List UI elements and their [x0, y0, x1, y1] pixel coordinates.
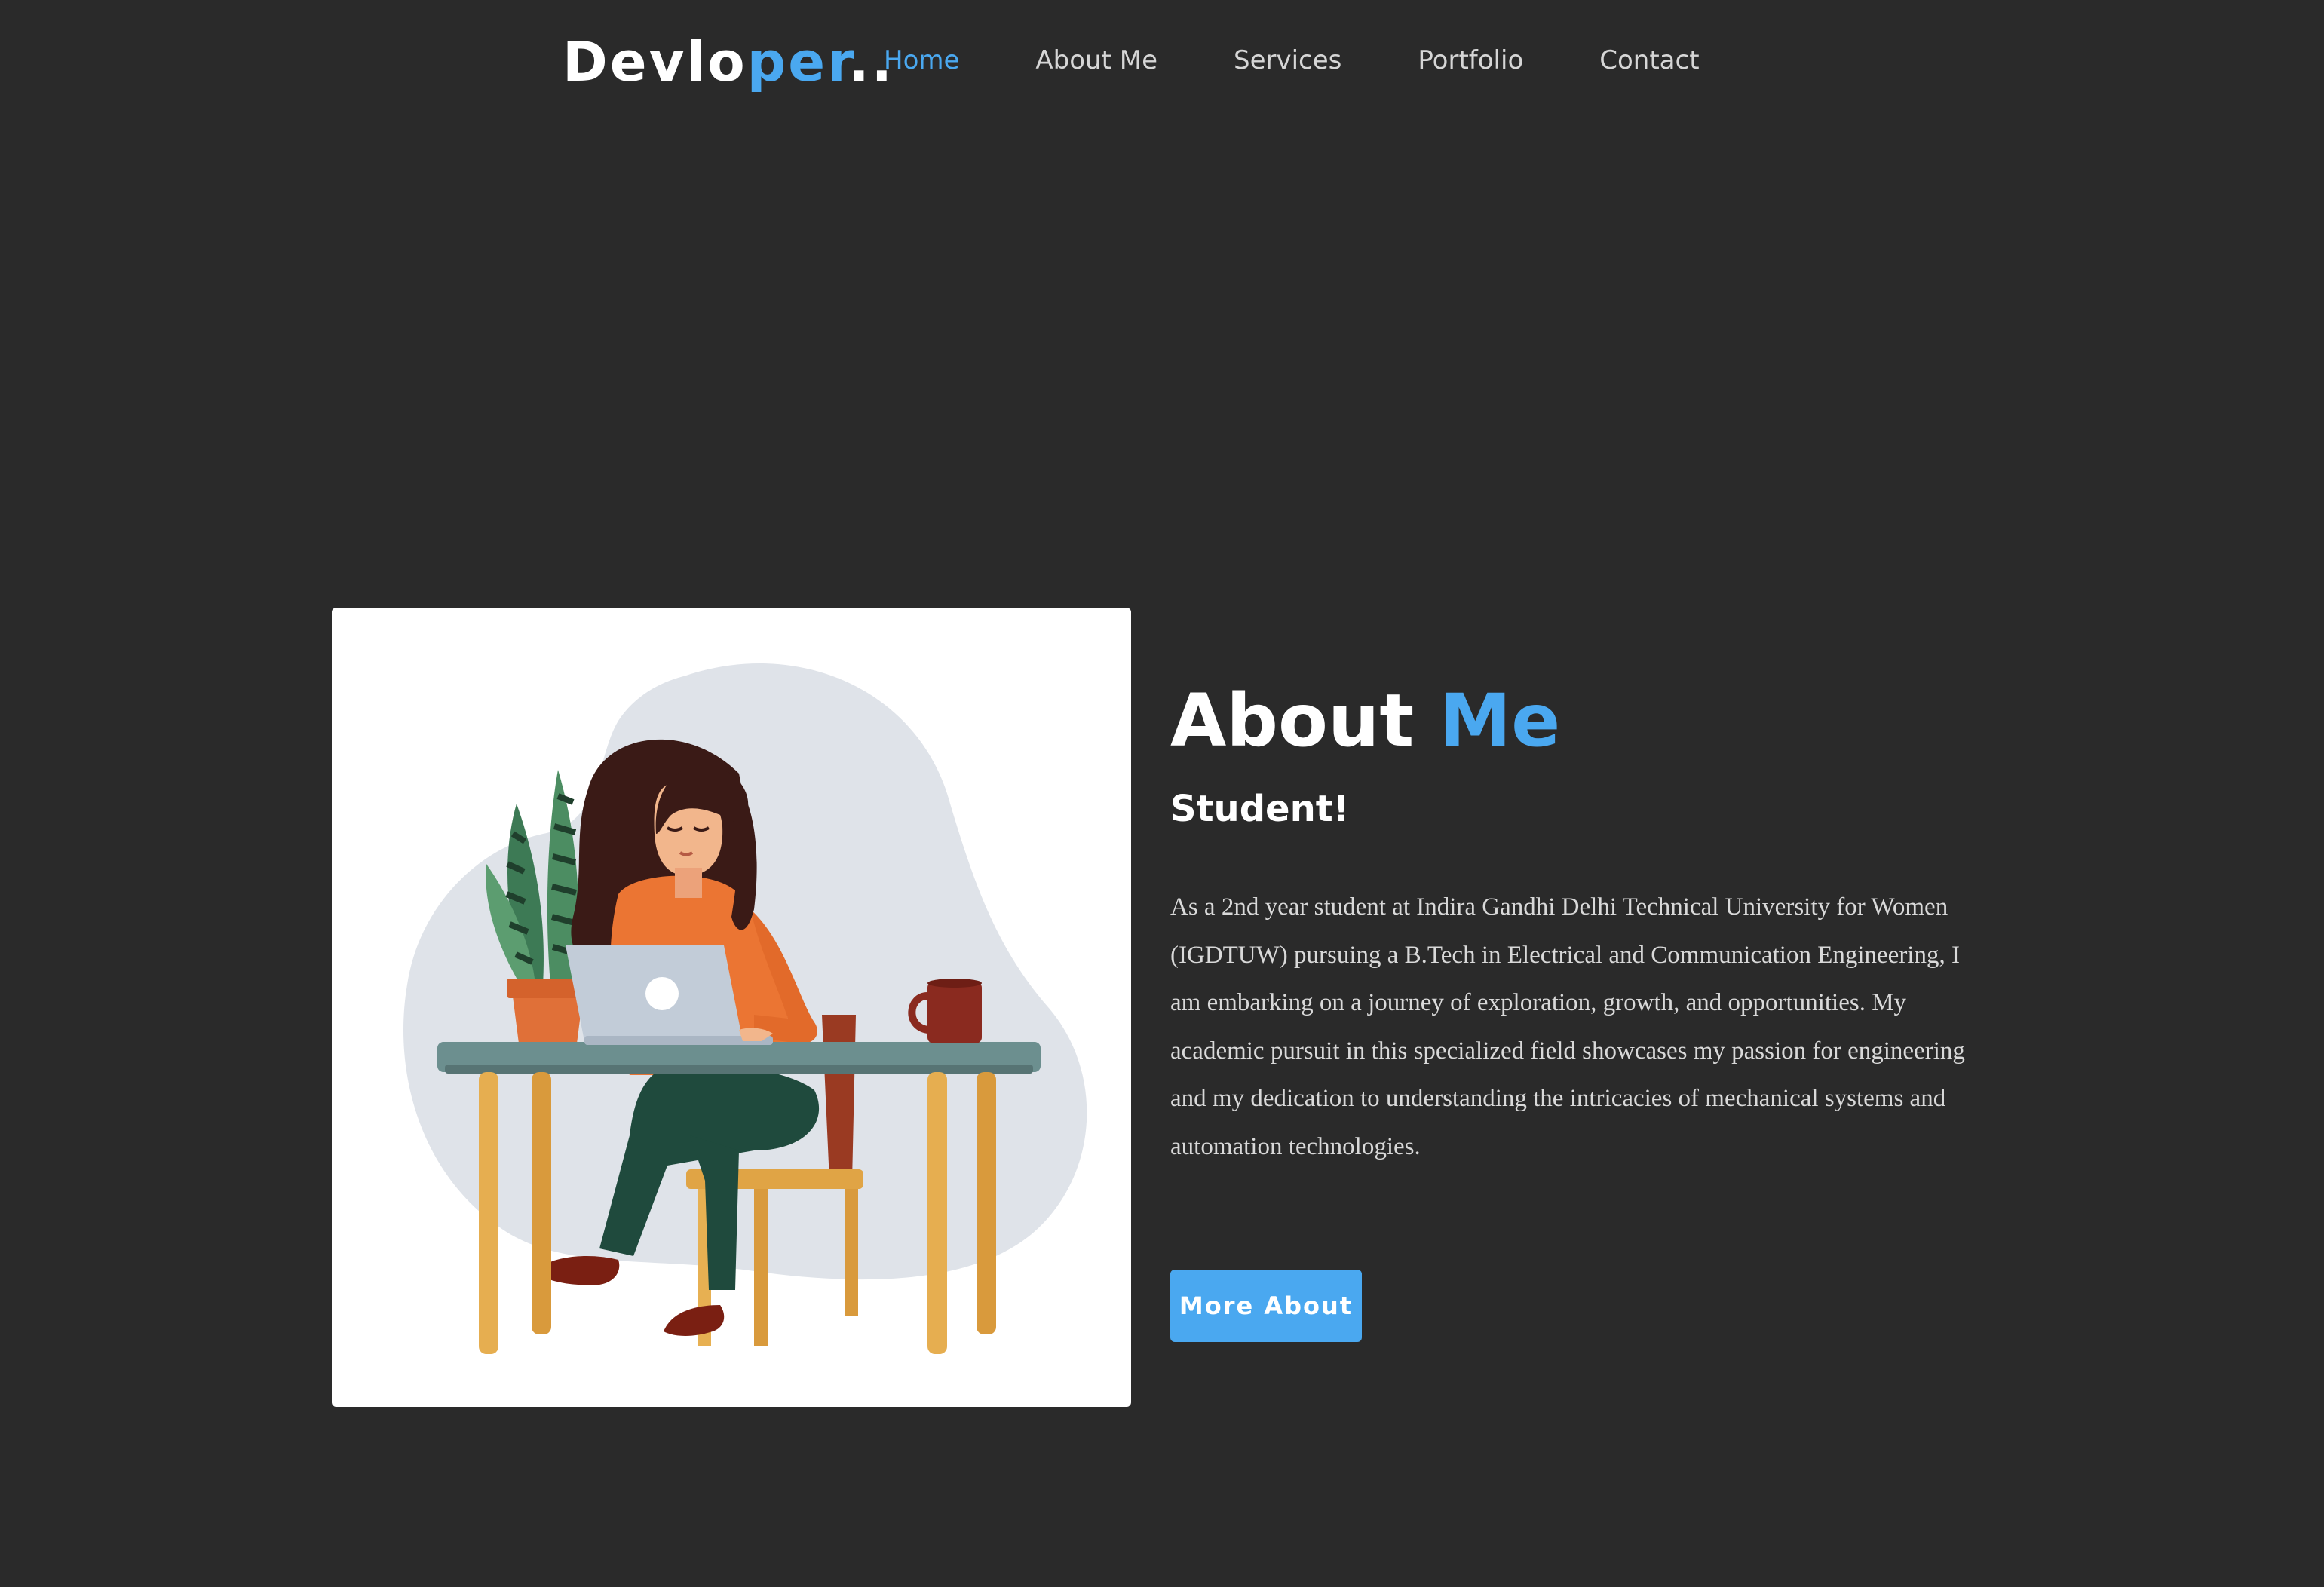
about-bio: As a 2nd year student at Indira Gandhi D… — [1170, 893, 1965, 1160]
nav-item-about-me[interactable]: About Me — [1035, 42, 1157, 78]
woman-working-on-laptop-illustration — [403, 663, 1087, 1354]
nav-item-portfolio[interactable]: Portfolio — [1418, 42, 1523, 78]
about-subtitle: Student! — [1170, 788, 1350, 830]
logo-text-part1: Devlo — [563, 30, 747, 93]
nav-item-home[interactable]: Home — [884, 42, 959, 78]
nav-item-services[interactable]: Services — [1234, 42, 1341, 78]
about-title: About Me — [1170, 672, 1560, 769]
logo-text-accent: per — [747, 30, 849, 93]
about-title-main: About — [1170, 679, 1439, 763]
more-about-button[interactable]: More About — [1170, 1270, 1362, 1342]
about-title-accent: Me — [1439, 679, 1561, 763]
main-nav: Home About Me Services Portfolio Contact — [884, 42, 1700, 78]
nav-item-contact[interactable]: Contact — [1599, 42, 1699, 78]
about-image-card — [332, 608, 1131, 1407]
site-logo[interactable]: Devloper.. — [563, 27, 894, 97]
